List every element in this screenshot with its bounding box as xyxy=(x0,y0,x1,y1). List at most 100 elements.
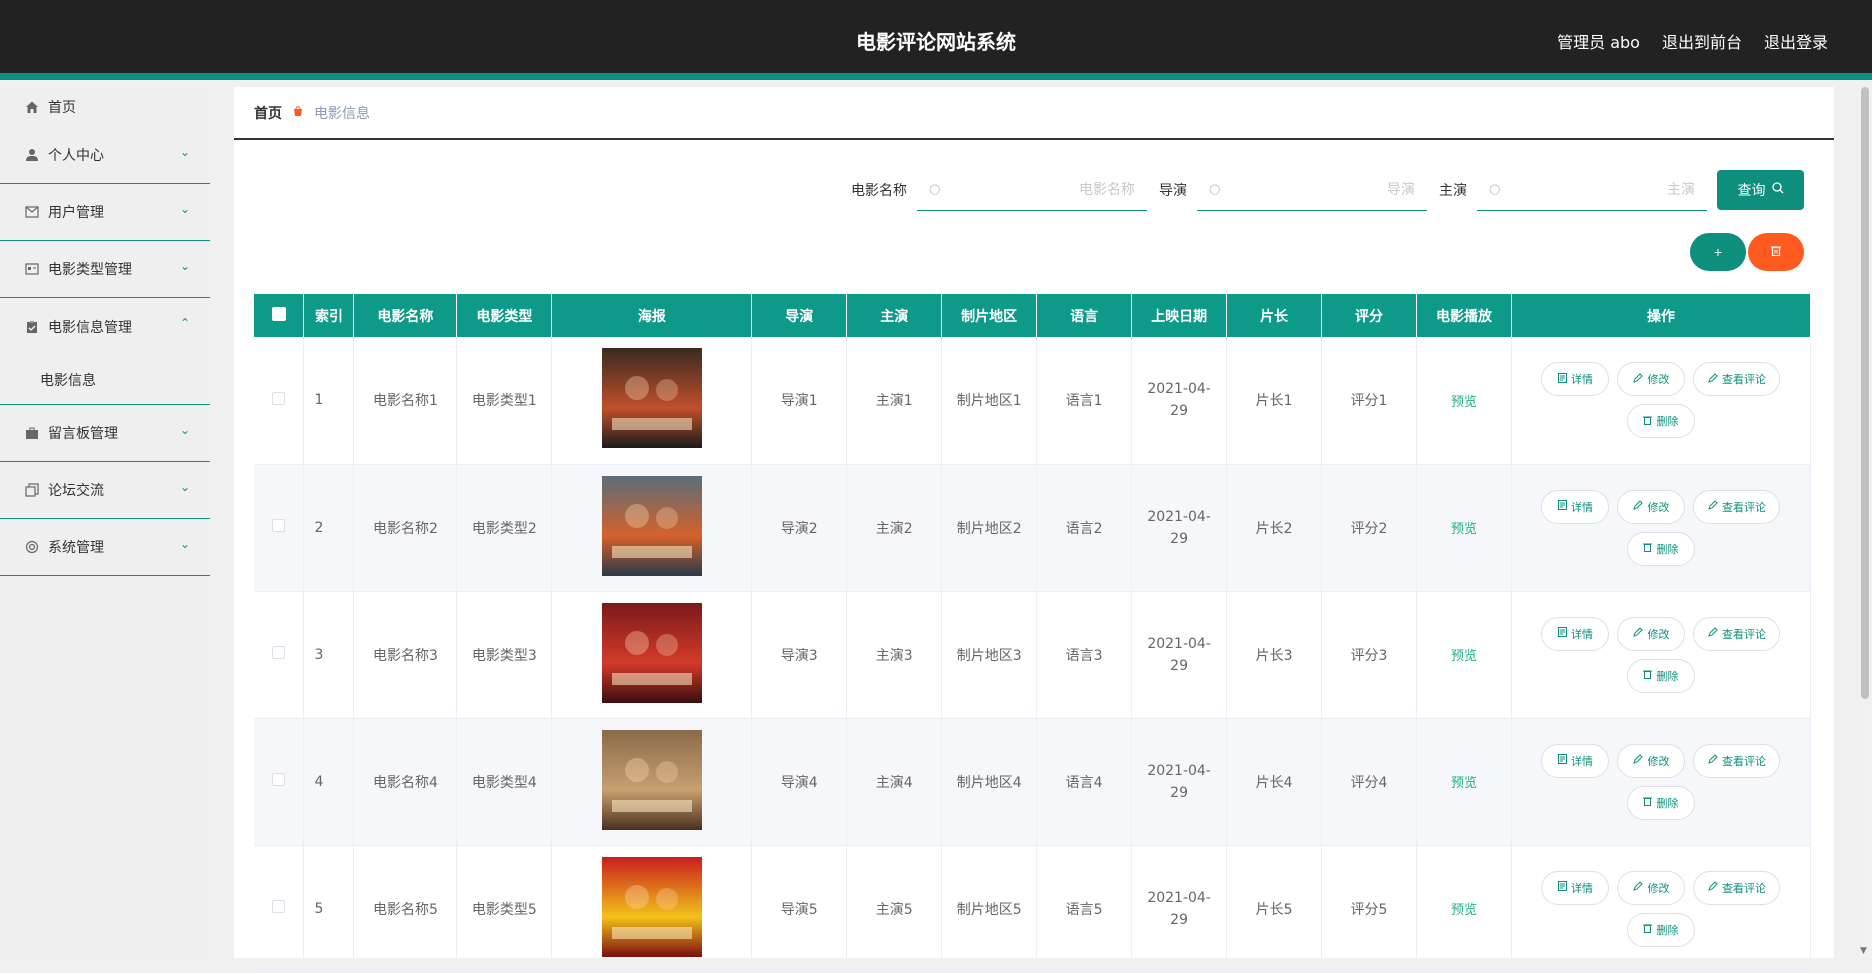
cell-index: 4 xyxy=(303,718,355,846)
delete-button[interactable]: 删除 xyxy=(1626,785,1695,820)
sidebar-item-movie-types[interactable]: 电影类型管理 ⌄ xyxy=(0,241,210,298)
chevron-up-icon: ⌃ xyxy=(179,316,190,330)
cell-date: 2021-04-29 xyxy=(1131,718,1228,846)
table-row[interactable]: 1 电影名称1 电影类型1 导演1 主演1 制片地区1 语言1 2021-04-29 片长1 评分… xyxy=(254,337,1812,465)
view-reviews-button[interactable]: 查看评论 xyxy=(1693,743,1781,778)
director-label: 导演 xyxy=(1159,183,1187,199)
header-index: 索引 xyxy=(303,294,355,337)
scroll-down-arrow[interactable]: ▼ xyxy=(1860,946,1867,956)
edit-button[interactable]: 修改 xyxy=(1617,616,1686,651)
table-row[interactable]: 2 电影名称2 电影类型2 导演2 主演2 制片地区2 语言2 2021-04-29 片长2 评分… xyxy=(254,464,1812,592)
exit-to-front-link[interactable]: 退出到前台 xyxy=(1662,29,1742,53)
actor-field: ○ xyxy=(1477,169,1707,211)
cell-language: 语言5 xyxy=(1036,845,1133,973)
edit-button[interactable]: 修改 xyxy=(1617,362,1686,397)
detail-label: 详情 xyxy=(1570,754,1593,768)
scrollbar-thumb[interactable] xyxy=(1861,87,1869,699)
row-checkbox[interactable] xyxy=(272,900,286,913)
pencil-icon xyxy=(1708,754,1718,767)
detail-label: 详情 xyxy=(1570,500,1593,514)
header-date: 上映日期 xyxy=(1131,294,1228,337)
submenu-movie-info[interactable]: 电影信息 xyxy=(0,355,210,405)
movie-poster-image xyxy=(601,475,702,576)
cell-length: 片长1 xyxy=(1226,337,1323,465)
select-all-checkbox[interactable] xyxy=(271,306,286,321)
document-icon xyxy=(1557,372,1567,386)
view-reviews-button[interactable]: 查看评论 xyxy=(1693,489,1781,524)
preview-link[interactable]: 预览 xyxy=(1451,776,1477,791)
preview-link[interactable]: 预览 xyxy=(1451,522,1477,537)
sidebar-item-system[interactable]: 系统管理 ⌄ xyxy=(0,519,210,576)
director-field: ○ xyxy=(1197,169,1427,211)
copy-icon xyxy=(24,482,40,498)
edit-button[interactable]: 修改 xyxy=(1617,489,1686,524)
breadcrumb-home[interactable]: 首页 xyxy=(254,103,282,123)
sidebar-item-label: 首页 xyxy=(48,100,76,116)
cell-poster xyxy=(551,591,753,719)
actor-input[interactable] xyxy=(1500,181,1695,198)
movie-poster-image xyxy=(601,348,702,449)
edit-button[interactable]: 修改 xyxy=(1617,743,1686,778)
row-checkbox[interactable] xyxy=(272,391,286,405)
edit-label: 修改 xyxy=(1647,754,1670,768)
cell-language: 语言1 xyxy=(1036,337,1133,465)
sidebar-item-forum[interactable]: 论坛交流 ⌄ xyxy=(0,462,210,519)
cell-region: 制片地区3 xyxy=(941,591,1038,719)
view-reviews-label: 查看评论 xyxy=(1721,754,1766,768)
sidebar-item-users[interactable]: 用户管理 ⌄ xyxy=(0,184,210,241)
movie-poster-image xyxy=(601,856,702,957)
detail-button[interactable]: 详情 xyxy=(1541,743,1610,778)
pencil-icon xyxy=(1633,881,1644,894)
preview-link[interactable]: 预览 xyxy=(1451,903,1477,918)
table-row[interactable]: 5 电影名称5 电影类型5 导演5 主演5 制片地区5 语言5 2021-04-29 片长5 评分… xyxy=(254,845,1812,973)
row-checkbox[interactable] xyxy=(272,646,286,659)
detail-button[interactable]: 详情 xyxy=(1541,870,1610,905)
detail-button[interactable]: 详情 xyxy=(1541,616,1610,651)
view-reviews-button[interactable]: 查看评论 xyxy=(1693,362,1781,397)
detail-button[interactable]: 详情 xyxy=(1541,489,1610,524)
cell-length: 片长4 xyxy=(1226,718,1323,846)
trash-icon xyxy=(1643,415,1653,428)
delete-button[interactable]: 删除 xyxy=(1626,912,1695,947)
preview-link[interactable]: 预览 xyxy=(1451,649,1477,664)
sidebar-item-profile[interactable]: 个人中心 ⌄ xyxy=(0,127,210,184)
batch-delete-button[interactable] xyxy=(1748,233,1804,271)
edit-button[interactable]: 修改 xyxy=(1617,870,1686,905)
cell-region: 制片地区5 xyxy=(941,845,1038,973)
cell-date: 2021-04-29 xyxy=(1131,337,1228,465)
logout-link[interactable]: 退出登录 xyxy=(1764,29,1828,53)
add-button[interactable]: + xyxy=(1690,233,1746,271)
cell-type: 电影类型5 xyxy=(456,845,553,973)
search-icon: ○ xyxy=(1209,182,1221,197)
query-button[interactable]: 查询 xyxy=(1717,170,1804,210)
table-body: 1 电影名称1 电影类型1 导演1 主演1 制片地区1 语言1 2021-04-29 片长1 评分… xyxy=(254,337,1812,973)
detail-button[interactable]: 详情 xyxy=(1541,362,1610,397)
delete-label: 删除 xyxy=(1656,669,1679,683)
scrollbar[interactable]: ▼ xyxy=(1858,87,1872,958)
row-checkbox[interactable] xyxy=(272,773,286,786)
delete-button[interactable]: 删除 xyxy=(1626,658,1695,693)
table-row[interactable]: 3 电影名称3 电影类型3 导演3 主演3 制片地区3 语言3 2021-04-29 片长3 评分… xyxy=(254,591,1812,719)
preview-link[interactable]: 预览 xyxy=(1451,395,1477,410)
cell-score: 评分3 xyxy=(1321,591,1417,719)
delete-button[interactable]: 删除 xyxy=(1626,531,1695,566)
delete-button[interactable]: 删除 xyxy=(1626,404,1695,439)
view-reviews-button[interactable]: 查看评论 xyxy=(1693,616,1781,651)
sidebar-item-movie-info[interactable]: 电影信息管理 ⌃ xyxy=(0,298,210,355)
cell-ops: 详情 修改 查看评论删除 xyxy=(1511,718,1812,846)
row-checkbox-cell xyxy=(254,845,305,973)
sidebar-item-home[interactable]: 首页 xyxy=(0,87,210,127)
chevron-down-icon: ⌄ xyxy=(179,423,190,437)
cell-index: 3 xyxy=(303,591,355,719)
cell-play: 预览 xyxy=(1416,845,1512,973)
cell-length: 片长2 xyxy=(1226,464,1323,592)
pencil-icon xyxy=(1633,500,1644,513)
director-input[interactable] xyxy=(1220,181,1415,198)
row-checkbox[interactable] xyxy=(272,519,286,532)
briefcase-icon xyxy=(24,425,40,441)
table-row[interactable]: 4 电影名称4 电影类型4 导演4 主演4 制片地区4 语言4 2021-04-29 片长4 评分… xyxy=(254,718,1812,846)
sidebar-item-messages[interactable]: 留言板管理 ⌄ xyxy=(0,405,210,462)
movie-name-input[interactable] xyxy=(940,181,1135,198)
view-reviews-button[interactable]: 查看评论 xyxy=(1693,870,1781,905)
cell-ops: 详情 修改 查看评论删除 xyxy=(1511,337,1812,465)
